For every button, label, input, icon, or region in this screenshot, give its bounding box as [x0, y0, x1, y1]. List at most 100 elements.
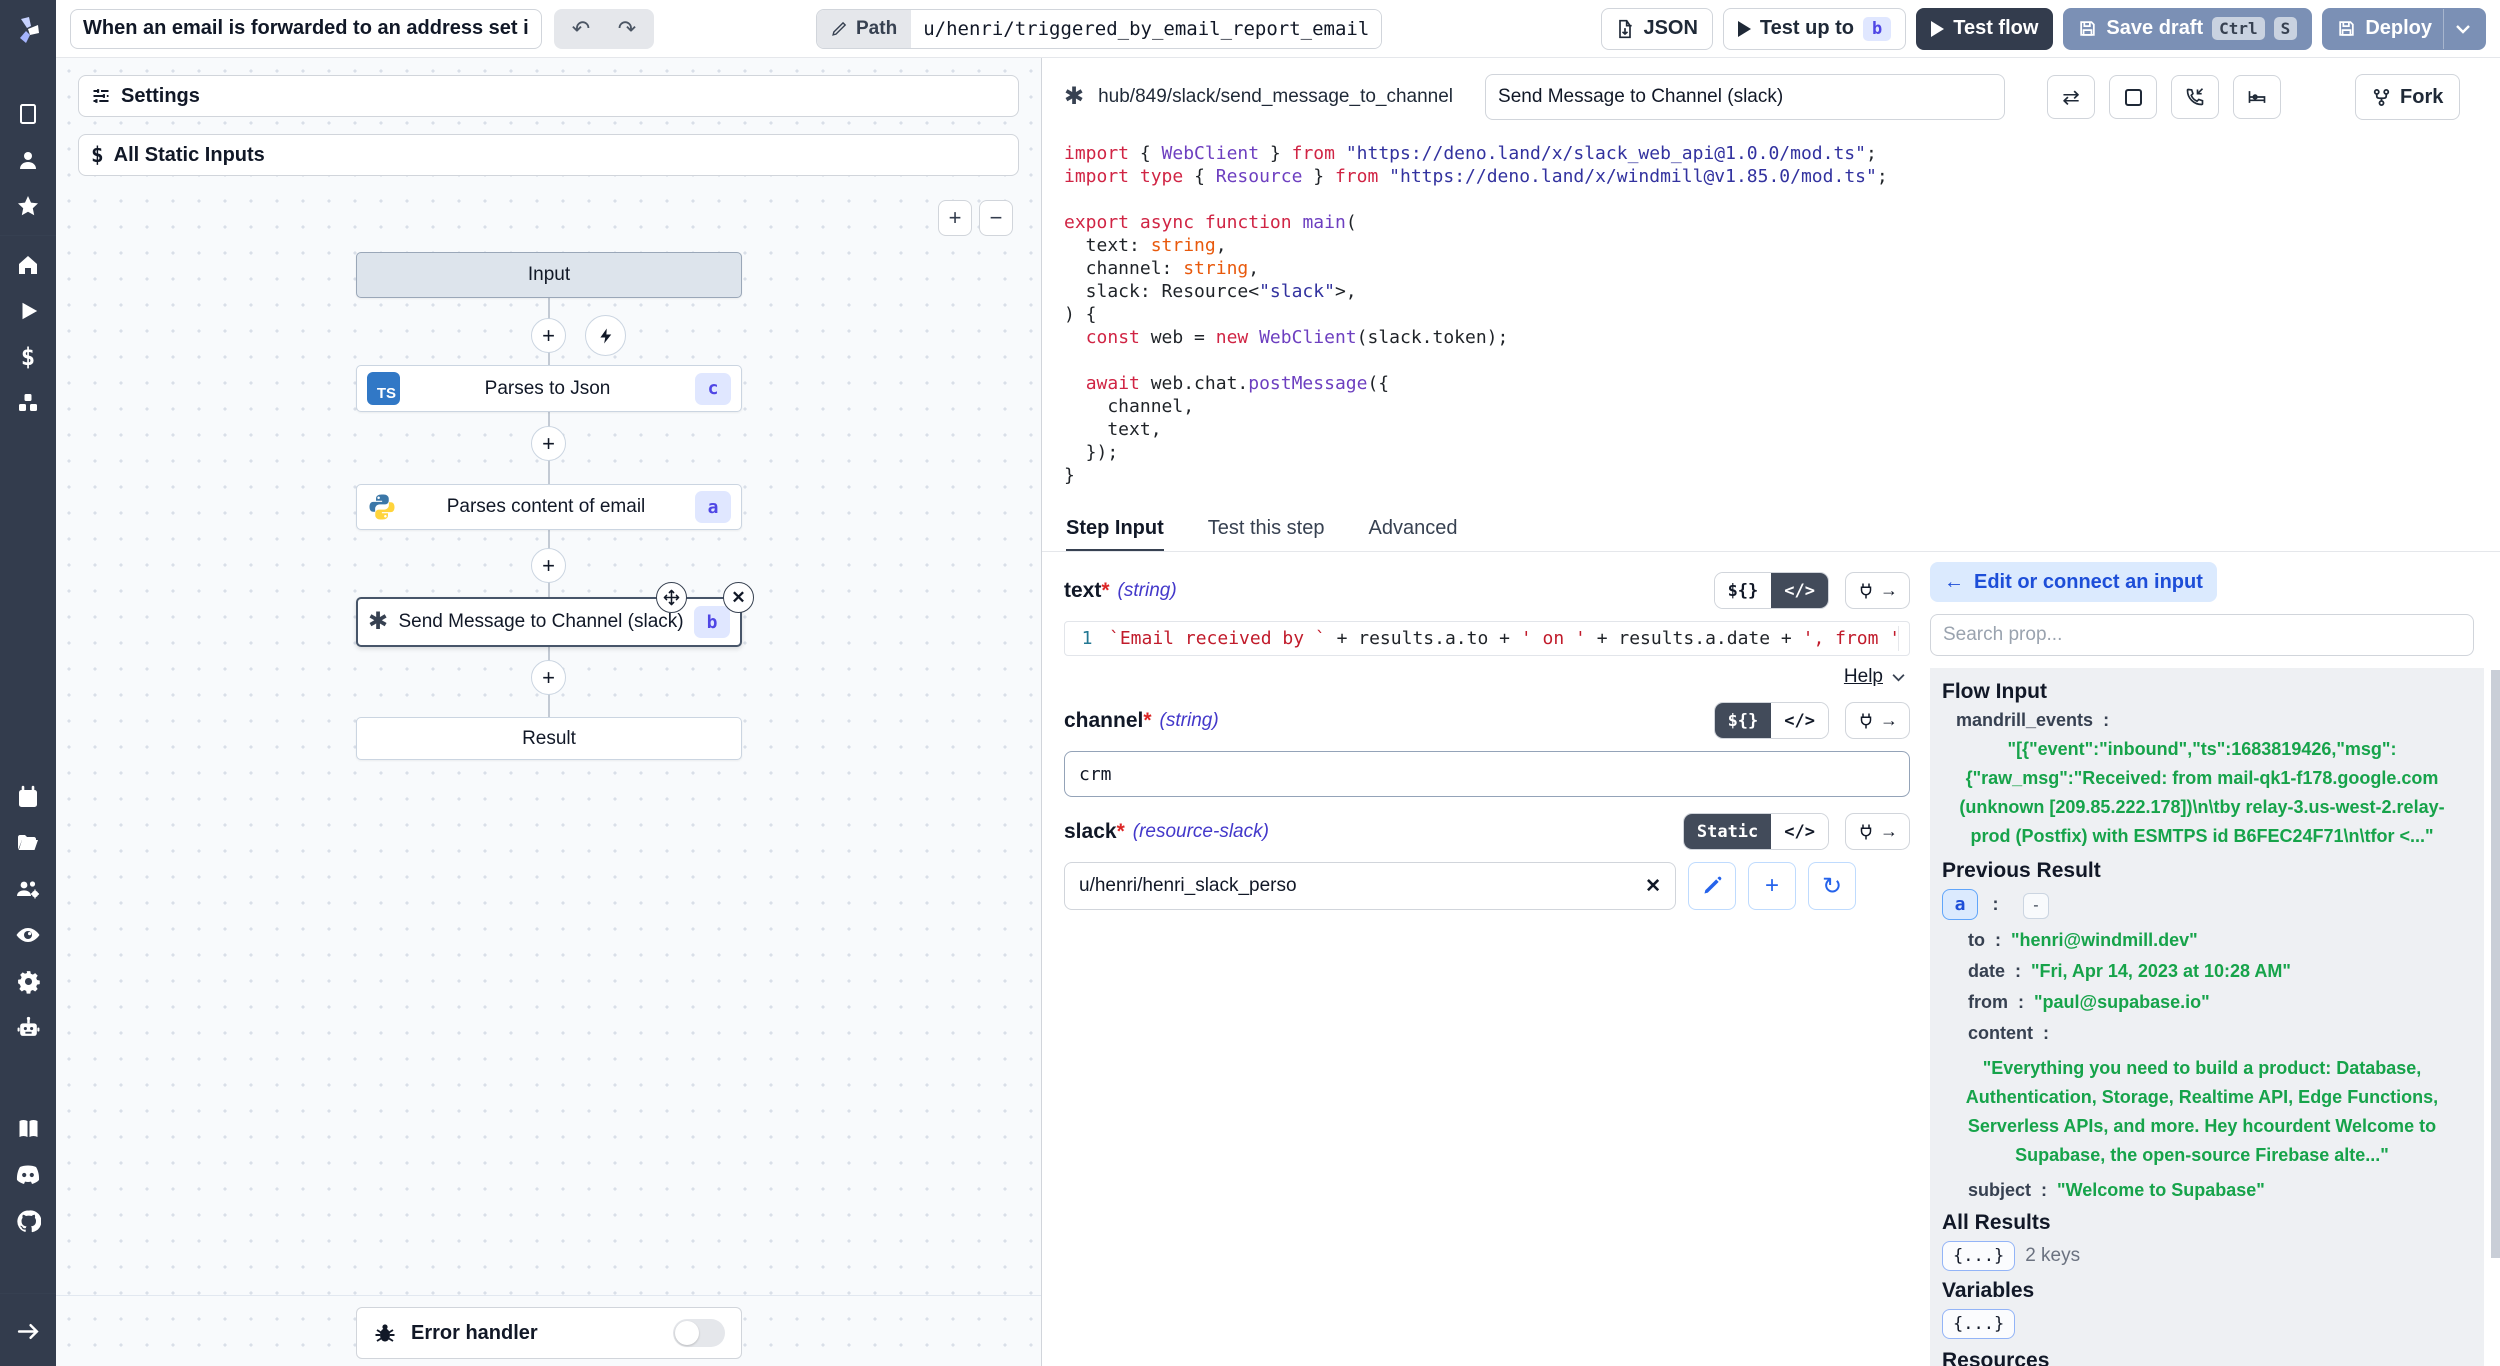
save-draft-button[interactable]: Save draft Ctrl S — [2063, 8, 2312, 50]
tab-test-this-step[interactable]: Test this step — [1208, 508, 1325, 551]
template-mode-button[interactable]: ${} — [1715, 573, 1772, 608]
error-handler-bar[interactable]: Error handler — [356, 1307, 742, 1359]
runs-play-icon[interactable] — [0, 288, 56, 334]
connect-input-button[interactable]: → — [1845, 813, 1910, 850]
step-id-badge: b — [1863, 17, 1891, 41]
test-flow-button[interactable]: Test flow — [1916, 8, 2053, 50]
edit-or-connect-button[interactable]: ← Edit or connect an input — [1930, 562, 2217, 602]
zoom-out-button[interactable]: − — [979, 200, 1013, 236]
prop-search-input[interactable] — [1930, 614, 2474, 656]
flow-node-result[interactable]: Result — [356, 717, 742, 760]
prev-result-field-from[interactable]: from:"paul@supabase.io" — [1968, 992, 2472, 1013]
help-link[interactable]: Help — [1844, 666, 1883, 688]
connect-input-button[interactable]: → — [1845, 702, 1910, 739]
text-expression-editor[interactable]: 1 `Email received by ` + results.a.to + … — [1064, 621, 1910, 656]
add-resource-button[interactable]: + — [1748, 862, 1796, 910]
prev-result-field-date[interactable]: date:"Fri, Apr 14, 2023 at 10:28 AM" — [1968, 961, 2472, 982]
code-line — [1064, 349, 2500, 372]
prev-result-value-subject[interactable]: "Welcome to Supabase" — [2057, 1180, 2265, 1200]
static-mode-button[interactable]: Static — [1684, 814, 1771, 849]
redo-button[interactable]: ↷ — [604, 12, 650, 46]
prev-result-value-to[interactable]: "henri@windmill.dev" — [2011, 930, 2198, 950]
flow-node-input[interactable]: Input — [356, 252, 742, 298]
early-stop-button[interactable] — [2109, 75, 2157, 119]
all-results-object-chip[interactable]: {...} — [1942, 1241, 2015, 1271]
resources-cubes-icon[interactable] — [0, 380, 56, 426]
settings-gear-icon[interactable] — [0, 958, 56, 1004]
schedules-calendar-icon[interactable] — [0, 774, 56, 820]
arrow-right-icon: → — [1880, 580, 1898, 601]
undo-button[interactable]: ↶ — [558, 12, 604, 46]
flow-input-key-row[interactable]: mandrill_events: — [1956, 710, 2472, 731]
user-icon[interactable] — [0, 137, 56, 183]
home-icon[interactable] — [0, 242, 56, 288]
audit-logs-eye-icon[interactable] — [0, 912, 56, 958]
prev-result-field-subject[interactable]: subject:"Welcome to Supabase" — [1968, 1180, 2472, 1201]
json-button[interactable]: JSON — [1601, 8, 1712, 50]
step-summary-input[interactable] — [1485, 74, 2005, 120]
discord-icon[interactable] — [0, 1152, 56, 1198]
flow-node-parses-to-json[interactable]: TS Parses to Json c — [356, 365, 742, 412]
flow-settings-bar[interactable]: Settings — [78, 75, 1019, 117]
test-up-to-button[interactable]: Test up to b — [1723, 8, 1906, 50]
flow-input-value[interactable]: "[{"event":"inbound","ts":1683819426,"ms… — [1942, 735, 2462, 851]
flow-name-input[interactable] — [70, 9, 542, 49]
prev-result-key-badge[interactable]: a — [1942, 889, 1978, 920]
move-node-handle[interactable] — [656, 582, 687, 613]
add-step-button[interactable]: + — [531, 660, 566, 695]
zoom-in-button[interactable]: + — [938, 200, 972, 236]
delete-node-button[interactable]: ✕ — [723, 582, 754, 613]
path-chip[interactable]: Path u/henri/triggered_by_email_report_e… — [816, 9, 1382, 49]
trigger-bolt-button[interactable] — [585, 315, 626, 356]
windmill-logo-icon[interactable] — [12, 14, 44, 51]
step-detail-panel: ✱ hub/849/slack/send_message_to_channel … — [1042, 58, 2500, 1366]
javascript-mode-button[interactable]: </> — [1771, 814, 1828, 849]
connect-input-button[interactable]: → — [1845, 572, 1910, 609]
suspend-button[interactable] — [2171, 75, 2219, 119]
add-step-button[interactable]: + — [531, 318, 566, 353]
scrollbar-thumb[interactable] — [2491, 670, 2500, 1258]
fork-button[interactable]: Fork — [2355, 74, 2460, 120]
javascript-mode-button[interactable]: </> — [1771, 703, 1828, 738]
refresh-resource-button[interactable]: ↻ — [1808, 862, 1856, 910]
code-editor[interactable]: import { WebClient } from "https://deno.… — [1042, 136, 2500, 508]
javascript-mode-button[interactable]: </> — [1771, 573, 1828, 608]
prev-result-field-content[interactable]: content: — [1968, 1023, 2472, 1044]
github-icon[interactable] — [0, 1198, 56, 1244]
chevron-down-icon[interactable] — [2455, 24, 2471, 34]
add-step-button[interactable]: + — [531, 548, 566, 583]
variables-object-chip[interactable]: {...} — [1942, 1309, 2015, 1339]
chevron-down-icon[interactable] — [1891, 673, 1906, 682]
prev-result-value-from[interactable]: "paul@supabase.io" — [2034, 992, 2210, 1012]
workers-robot-icon[interactable] — [0, 1004, 56, 1050]
folders-icon[interactable] — [0, 820, 56, 866]
variables-dollar-icon[interactable]: $ — [0, 334, 56, 380]
collapse-sidebar-arrow-icon[interactable] — [0, 1308, 56, 1354]
prev-result-value-content[interactable]: "Everything you need to build a product:… — [1942, 1054, 2462, 1170]
pencil-icon — [831, 20, 848, 37]
slack-resource-picker[interactable]: u/henri/henri_slack_perso ✕ — [1064, 862, 1676, 910]
all-static-inputs-bar[interactable]: $ All Static Inputs — [78, 134, 1019, 176]
sleep-button[interactable] — [2233, 75, 2281, 119]
prev-result-value-date[interactable]: "Fri, Apr 14, 2023 at 10:28 AM" — [2031, 961, 2291, 981]
groups-icon[interactable] — [0, 866, 56, 912]
collapse-badge[interactable]: - — [2023, 893, 2049, 919]
path-label: Path — [817, 10, 911, 48]
error-handler-toggle[interactable] — [673, 1319, 725, 1347]
add-step-button[interactable]: + — [531, 426, 566, 461]
template-mode-button[interactable]: ${} — [1715, 703, 1772, 738]
tab-advanced[interactable]: Advanced — [1368, 508, 1457, 551]
code-line: ) { — [1064, 303, 2500, 326]
field-type: (string) — [1118, 580, 1177, 602]
docs-book-icon[interactable] — [0, 1106, 56, 1152]
favorites-star-icon[interactable] — [0, 183, 56, 229]
prev-result-field-to[interactable]: to:"henri@windmill.dev" — [1968, 930, 2472, 951]
deploy-button[interactable]: Deploy — [2322, 8, 2486, 50]
clear-resource-icon[interactable]: ✕ — [1645, 875, 1661, 898]
edit-resource-button[interactable] — [1688, 862, 1736, 910]
channel-value-input[interactable] — [1064, 751, 1910, 797]
workspace-icon[interactable] — [0, 91, 56, 137]
tab-step-input[interactable]: Step Input — [1066, 508, 1164, 551]
flow-node-parses-content-of-email[interactable]: Parses content of email a — [356, 484, 742, 530]
retry-settings-button[interactable]: ⇄ — [2047, 75, 2095, 119]
